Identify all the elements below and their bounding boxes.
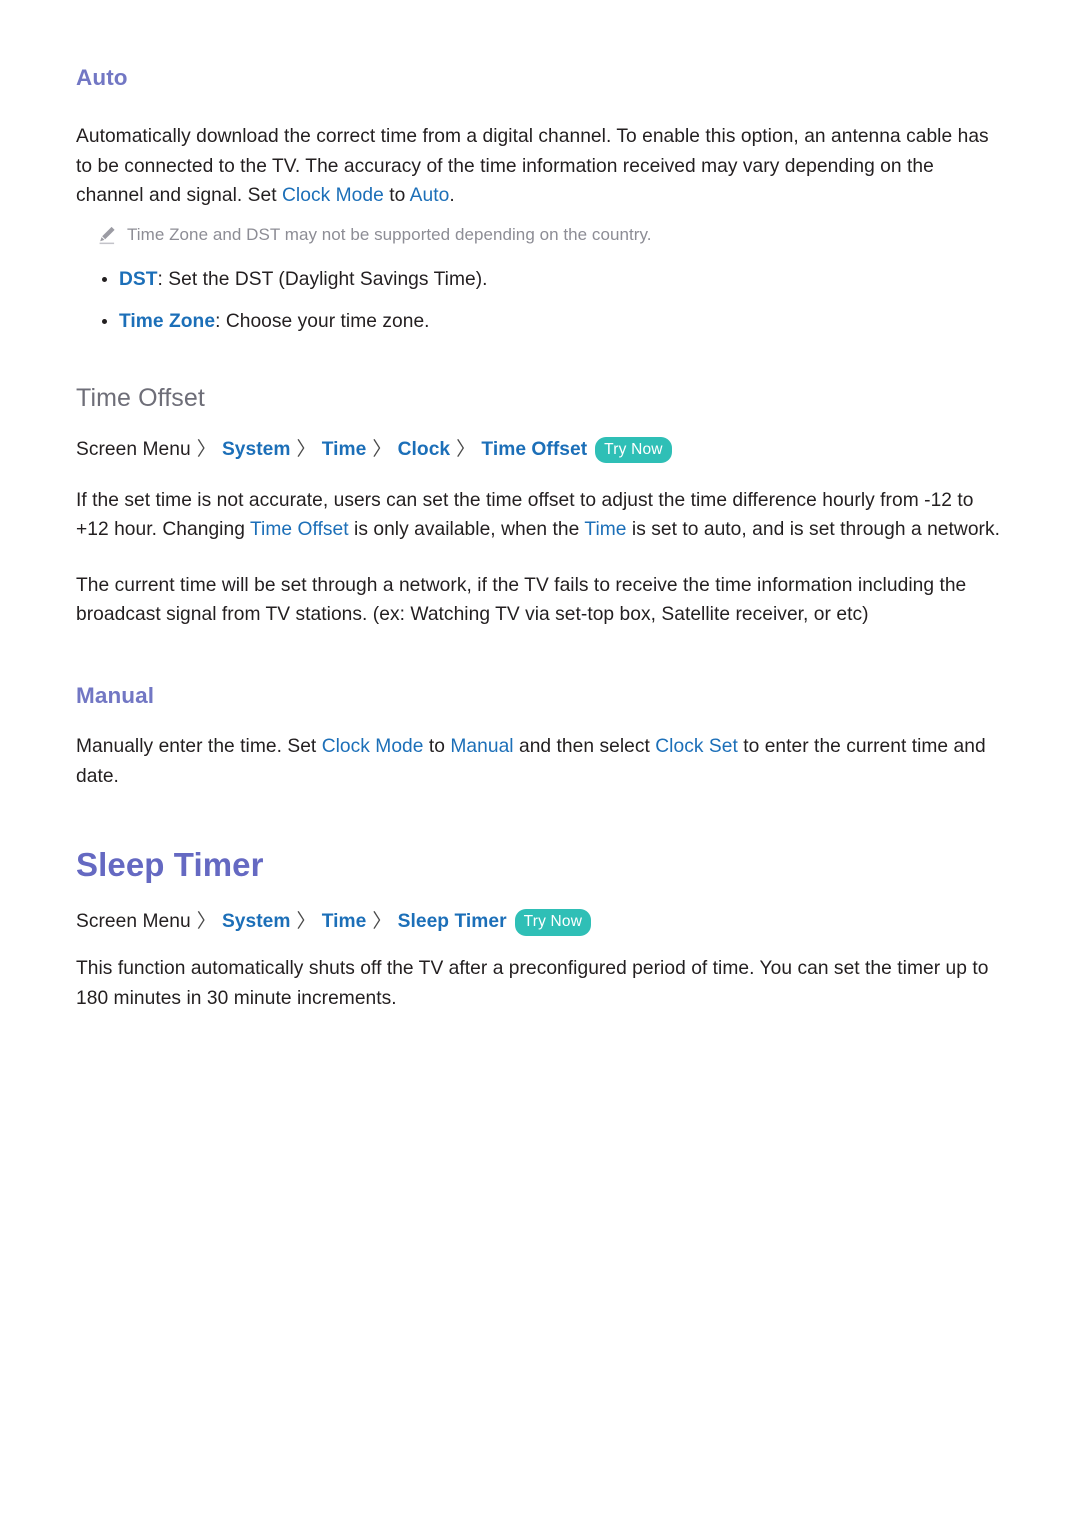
page-title-sleep-timer: Sleep Timer (76, 846, 264, 883)
pencil-icon (99, 226, 116, 245)
time-offset-paragraph-1: If the set time is not accurate, users c… (76, 489, 1000, 541)
breadcrumb-segment: System (221, 911, 291, 933)
breadcrumb-sleep-timer: Screen Menu 〉 System 〉 Time 〉 Sleep Timer Try N… (76, 908, 1004, 936)
breadcrumb-separator-icon: 〉 (296, 911, 316, 933)
breadcrumb-segment: Time Offset (481, 438, 588, 460)
note-text: Time Zone and DST may not be supported d… (127, 224, 652, 244)
breadcrumb-segment: Sleep Timer (397, 911, 507, 933)
try-now-badge[interactable]: Try Now (595, 436, 672, 464)
breadcrumb-separator-icon: 〉 (296, 438, 316, 460)
breadcrumb-segment: Time (321, 438, 367, 460)
breadcrumb-segment: Clock (397, 438, 451, 460)
breadcrumb-separator-icon: 〉 (372, 438, 392, 460)
inline-menu-link: Manual (450, 736, 514, 757)
note-row: Time Zone and DST may not be supported d… (76, 223, 1004, 247)
inline-menu-link: Clock Set (655, 736, 738, 757)
breadcrumb-time-offset: Screen Menu 〉 System 〉 Time 〉 Clock 〉 Time Offse… (76, 436, 1004, 464)
inline-menu-link: Auto (409, 185, 450, 207)
inline-menu-link: Time (584, 519, 627, 541)
breadcrumb-separator-icon: 〉 (372, 911, 392, 933)
bullet-text: : Choose your time zone. (215, 310, 430, 332)
document-page: Auto Automatically download the correct … (0, 0, 1080, 1527)
list-item: Time Zone: Choose your time zone. (76, 307, 1004, 336)
breadcrumb-root: Screen Menu (76, 438, 191, 460)
manual-description-paragraph: Manually enter the time. Set Clock Mode … (76, 736, 986, 787)
breadcrumb-segment: System (221, 438, 291, 460)
breadcrumb-separator-icon: 〉 (456, 438, 476, 460)
inline-menu-link: Clock Mode (321, 736, 424, 757)
auto-description-paragraph: Automatically download the correct time … (76, 126, 989, 207)
bullet-term: Time Zone (119, 310, 216, 332)
list-item: DST: Set the DST (Daylight Savings Time)… (76, 265, 1004, 294)
section-heading-manual: Manual (76, 682, 155, 708)
time-offset-paragraph-2: The current time will be set through a n… (76, 574, 967, 626)
inline-menu-link: Clock Mode (282, 185, 384, 207)
try-now-badge[interactable]: Try Now (514, 909, 592, 936)
breadcrumb-separator-icon: 〉 (196, 438, 216, 460)
auto-options-list: DST: Set the DST (Daylight Savings Time)… (76, 265, 1004, 336)
bullet-term: DST (119, 268, 158, 290)
section-heading-auto: Auto (76, 65, 128, 90)
breadcrumb-root: Screen Menu (76, 911, 191, 933)
sleep-timer-paragraph: This function automatically shuts off th… (76, 958, 989, 1009)
bullet-text: : Set the DST (Daylight Savings Time). (157, 268, 488, 290)
section-heading-time-offset: Time Offset (76, 383, 205, 412)
inline-menu-link: Time Offset (249, 519, 349, 541)
breadcrumb-segment: Time (321, 911, 367, 933)
breadcrumb-separator-icon: 〉 (196, 911, 216, 933)
